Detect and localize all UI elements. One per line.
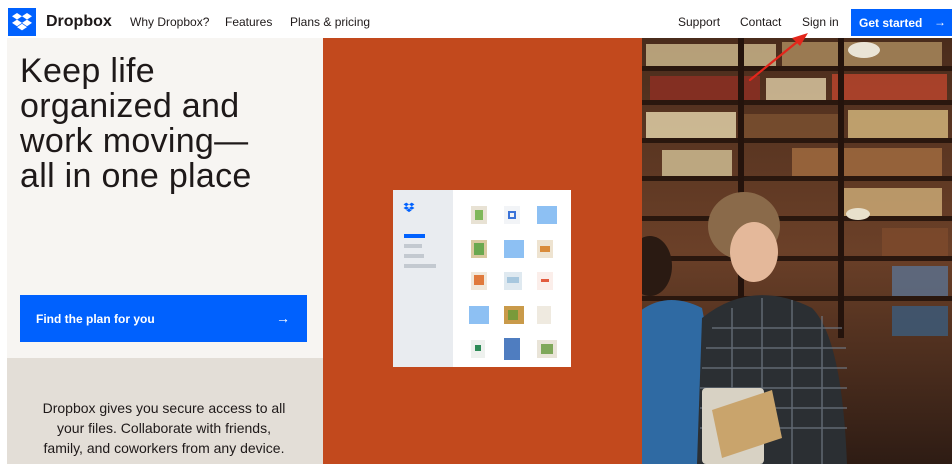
nav-link-support[interactable]: Support xyxy=(678,15,720,29)
file-thumbnail xyxy=(471,272,487,290)
arrow-right-icon: → xyxy=(276,310,290,326)
file-thumbnail xyxy=(504,206,520,224)
hero-photo xyxy=(642,38,952,464)
sidebar-bar xyxy=(404,244,422,248)
file-thumbnail xyxy=(537,306,551,324)
folder-icon xyxy=(469,306,489,324)
get-started-button[interactable]: Get started → xyxy=(851,9,952,36)
folder-icon xyxy=(537,206,557,224)
hero-headline: Keep life organized and work moving— all… xyxy=(20,54,320,194)
headline-line: organized and xyxy=(20,87,240,125)
file-thumbnail xyxy=(504,338,520,360)
headline-line: Keep life xyxy=(20,52,156,90)
file-thumbnail xyxy=(537,240,553,258)
dropbox-logo-icon xyxy=(403,202,415,213)
find-plan-button[interactable]: Find the plan for you → xyxy=(20,295,307,342)
headline-line: all in one place xyxy=(20,157,252,195)
arrow-right-icon: → xyxy=(934,15,946,29)
file-thumbnail xyxy=(504,272,522,290)
nav-link-plans-pricing[interactable]: Plans & pricing xyxy=(290,15,370,29)
nav-link-features[interactable]: Features xyxy=(225,15,272,29)
file-thumbnail xyxy=(504,306,524,324)
folder-icon xyxy=(504,240,524,258)
nav-link-contact[interactable]: Contact xyxy=(740,15,781,29)
sidebar-active-bar xyxy=(404,234,425,238)
spreadsheet-file-icon xyxy=(471,340,485,358)
file-thumbnail xyxy=(471,240,487,258)
sign-in-link[interactable]: Sign in xyxy=(802,15,839,29)
headline-line: work moving— xyxy=(20,122,249,160)
file-thumbnail xyxy=(471,206,487,224)
brand-name[interactable]: Dropbox xyxy=(46,13,112,31)
pdf-file-icon xyxy=(537,272,553,290)
app-preview-sidebar xyxy=(393,190,453,367)
app-preview-illustration xyxy=(393,190,571,367)
find-plan-label: Find the plan for you xyxy=(36,312,155,326)
sidebar-bar xyxy=(404,254,424,258)
get-started-label: Get started xyxy=(859,16,923,30)
sidebar-bar xyxy=(404,264,436,268)
hero-description: Dropbox gives you secure access to all y… xyxy=(42,400,286,456)
dropbox-logo-icon[interactable] xyxy=(8,8,36,36)
file-thumbnail xyxy=(537,340,557,358)
annotation-arrow-icon xyxy=(748,33,808,82)
nav-link-why-dropbox[interactable]: Why Dropbox? xyxy=(130,15,209,29)
